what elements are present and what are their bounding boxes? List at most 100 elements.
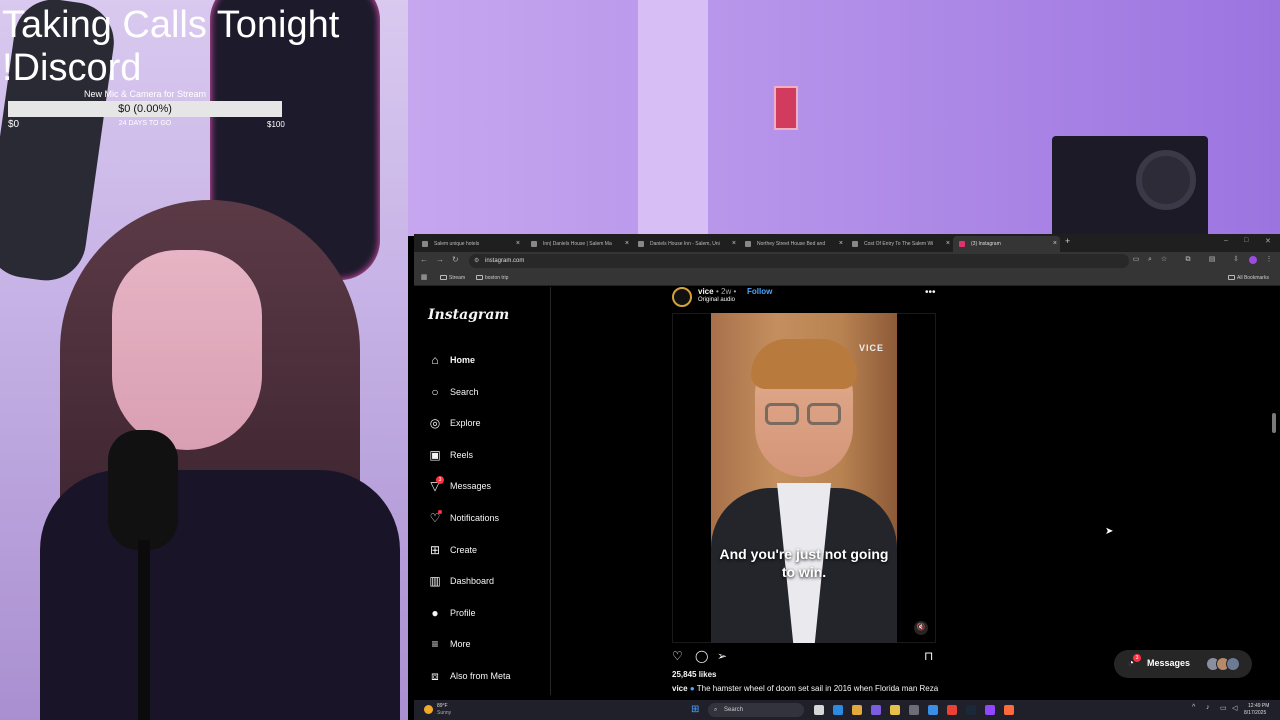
tray-chevron-icon[interactable]: ^	[1192, 704, 1195, 711]
bookmark-folder-stream[interactable]: Stream	[440, 273, 465, 283]
nav-notifications[interactable]: ♡ Notifications	[426, 508, 546, 528]
like-icon[interactable]: ♡	[672, 649, 683, 663]
nav-explore[interactable]: ◎ Explore	[426, 413, 546, 433]
messages-badge: 3	[436, 476, 444, 484]
app-icon[interactable]	[871, 705, 881, 715]
extensions-icon[interactable]: ⧉	[1184, 256, 1192, 264]
nav-label: More	[450, 639, 471, 649]
maximize-icon[interactable]: □	[1244, 237, 1248, 244]
task-view-icon[interactable]	[814, 705, 824, 715]
all-bookmarks[interactable]: All Bookmarks	[1228, 273, 1269, 283]
nav-messages[interactable]: ▽ 3 Messages	[426, 476, 546, 496]
taskbar-search[interactable]: ⌕ Search	[708, 703, 804, 717]
sidepanel-icon[interactable]: ▤	[1208, 256, 1216, 264]
compass-icon: ◎	[429, 416, 441, 430]
scrollbar-thumb[interactable]	[1272, 413, 1276, 433]
tab-0[interactable]: Salem unique hotels ×	[416, 236, 523, 252]
new-tab-icon[interactable]: +	[1065, 236, 1070, 246]
more-options-icon[interactable]: •••	[925, 287, 936, 298]
reel-video[interactable]: VICE And you're just not going to win.	[711, 313, 897, 643]
chrome-icon[interactable]	[947, 705, 957, 715]
nav-create[interactable]: ⊞ Create	[426, 540, 546, 560]
stream-title: Taking Calls Tonight !Discord	[2, 4, 340, 89]
caption-username[interactable]: vice	[672, 684, 688, 693]
site-info-icon[interactable]: ⚙	[474, 254, 479, 268]
plus-square-icon: ⊞	[429, 543, 441, 557]
tab-4[interactable]: Cost Of Entry To The Salem Wi ×	[846, 236, 953, 252]
downloads-icon[interactable]: ⇩	[1232, 256, 1240, 264]
profile-avatar-icon[interactable]	[1249, 256, 1257, 264]
instagram-logo[interactable]: Instagram	[428, 307, 509, 323]
volume-icon[interactable]: ♪	[1206, 704, 1210, 711]
file-explorer-icon[interactable]	[890, 705, 900, 715]
bookmark-folder-boston-trip[interactable]: boston trip	[476, 273, 508, 283]
post-author-avatar[interactable]	[672, 287, 692, 307]
like-count[interactable]: 25,845 likes	[672, 670, 716, 679]
apps-icon[interactable]: ▦	[420, 274, 428, 282]
favicon-icon	[638, 241, 644, 247]
nav-more[interactable]: ≡ More	[426, 634, 546, 654]
app-icon[interactable]	[1004, 705, 1014, 715]
cast-icon[interactable]: ▭	[1132, 256, 1140, 264]
post-username[interactable]: vice	[698, 287, 714, 296]
nav-label: Dashboard	[450, 576, 495, 586]
close-icon[interactable]: ×	[625, 236, 629, 252]
edge-icon[interactable]	[833, 705, 843, 715]
reload-icon[interactable]: ↻	[452, 255, 459, 264]
weather-condition[interactable]: Sunny	[437, 710, 451, 716]
tab-3[interactable]: Northey Street House Bed and ×	[739, 236, 846, 252]
mic-stand	[138, 540, 150, 720]
nav-label: Also from Meta	[450, 671, 511, 681]
close-icon[interactable]: ×	[946, 236, 950, 252]
tab-1[interactable]: Inn| Daniels House | Salem Ma ×	[525, 236, 632, 252]
instagram-sidebar: Instagram ⌂ Home ○ Search ◎ Explore ▣ Reels …	[414, 287, 551, 695]
address-bar[interactable]: ⚙ instagram.com	[469, 254, 1129, 268]
post-meta: • 2w •	[716, 287, 737, 296]
streamer-body	[40, 470, 400, 720]
bookmark-label: boston trip	[485, 275, 509, 281]
nav-also-from-meta[interactable]: ⧈ Also from Meta	[426, 666, 546, 686]
windows-start-icon[interactable]: ⊞	[691, 704, 702, 715]
tab-title: Northey Street House Bed and	[757, 241, 826, 247]
nav-reels[interactable]: ▣ Reels	[426, 445, 546, 465]
sun-icon[interactable]	[424, 705, 433, 714]
comment-icon[interactable]: ◯	[695, 649, 708, 663]
app-icon[interactable]	[909, 705, 919, 715]
weather-temperature[interactable]: 89°F	[437, 703, 448, 709]
share-icon[interactable]: ➢	[717, 649, 727, 663]
app-icon[interactable]	[928, 705, 938, 715]
post-audio[interactable]: Original audio	[698, 297, 735, 303]
close-icon[interactable]: ×	[732, 236, 736, 252]
goal-progress-bar: $0 (0.00%)	[8, 101, 282, 117]
nav-dashboard[interactable]: ▥ Dashboard	[426, 571, 546, 591]
close-icon[interactable]: ×	[839, 236, 843, 252]
app-icon[interactable]	[852, 705, 862, 715]
nav-home[interactable]: ⌂ Home	[426, 350, 546, 370]
messages-button[interactable]: ◔ 3 Messages	[1114, 650, 1252, 678]
follow-button[interactable]: Follow	[747, 287, 772, 296]
tab-5[interactable]: (3) Instagram ×	[953, 236, 1060, 252]
back-icon[interactable]: ←	[420, 255, 428, 264]
nav-search[interactable]: ○ Search	[426, 382, 546, 402]
close-icon[interactable]: ×	[1053, 236, 1057, 252]
app-icon[interactable]	[985, 705, 995, 715]
forward-icon[interactable]: →	[436, 255, 444, 264]
mute-icon[interactable]: 🔇	[914, 621, 928, 635]
tab-2[interactable]: Daniels House Inn - Salem, Uni ×	[632, 236, 739, 252]
clock-time[interactable]: 12:49 PM	[1248, 703, 1269, 709]
network-icon[interactable]: ▭	[1220, 704, 1227, 712]
close-icon[interactable]: ×	[516, 236, 520, 252]
steam-icon[interactable]	[966, 705, 976, 715]
window-close-icon[interactable]: ✕	[1265, 237, 1271, 245]
clock-date[interactable]: 8/17/2025	[1244, 710, 1266, 716]
bookmark-star-icon[interactable]: ☆	[1160, 256, 1168, 264]
zoom-icon[interactable]: ⌕	[1146, 256, 1154, 264]
speaker-icon[interactable]: ◁	[1232, 704, 1237, 712]
minimize-icon[interactable]: –	[1224, 237, 1228, 244]
kebab-menu-icon[interactable]: ⋮	[1265, 256, 1273, 264]
save-icon[interactable]: ⊓	[924, 649, 933, 663]
goal-days-left: 24 DAYS TO GO	[118, 120, 172, 127]
search-icon: ⌕	[714, 707, 718, 713]
messages-badge: 3	[1133, 654, 1141, 662]
nav-profile[interactable]: ● Profile	[426, 603, 546, 623]
